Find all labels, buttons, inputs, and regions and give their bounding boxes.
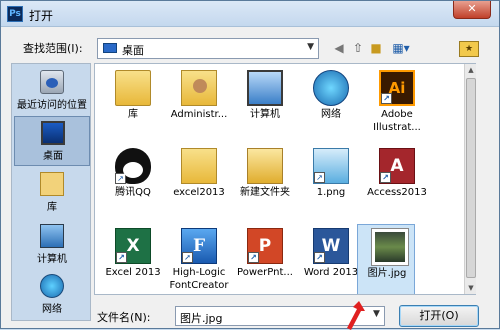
folder-icon [181, 148, 217, 184]
file-item-selected[interactable]: 图片.jpg [357, 224, 415, 294]
file-label: 1.png [316, 187, 346, 198]
place-network[interactable]: 网络 [14, 270, 90, 320]
place-label: 桌面 [43, 151, 63, 162]
place-desktop[interactable]: 桌面 [14, 116, 90, 166]
red-arrow-annotation [347, 301, 365, 330]
file-item[interactable]: 计算机 [233, 66, 297, 140]
window-title: 打开 [29, 9, 54, 23]
folder-star-icon[interactable]: ★ [459, 41, 479, 57]
file-item[interactable]: Administr... [167, 66, 231, 140]
computer-icon [40, 224, 64, 248]
file-item[interactable]: W ↗ Word 2013 [299, 224, 363, 294]
file-item[interactable]: excel2013 [167, 144, 231, 218]
look-in-value: 桌面 [122, 44, 144, 57]
network-icon [313, 70, 349, 106]
network-icon [40, 274, 64, 298]
close-button[interactable]: ✕ [453, 1, 491, 19]
file-label: Administr... [170, 109, 228, 120]
place-label: 计算机 [37, 254, 67, 265]
computer-icon [247, 70, 283, 106]
image-file-icon: ↗ [313, 148, 349, 184]
place-label: 库 [47, 202, 57, 213]
qq-penguin-icon: ↗ [115, 148, 151, 184]
user-folder-icon [181, 70, 217, 106]
back-icon[interactable]: ◀ [330, 39, 348, 57]
title-bar[interactable]: Ps 打开 ✕ [1, 1, 499, 27]
shortcut-arrow-icon: ↗ [380, 172, 391, 183]
scroll-up-icon[interactable]: ▲ [465, 64, 477, 76]
chevron-down-icon[interactable]: ▼ [373, 309, 380, 319]
shortcut-arrow-icon: ↗ [116, 252, 127, 263]
open-button[interactable]: 打开(O) [399, 305, 479, 327]
look-in-dropdown[interactable]: 桌面 ▼ [97, 38, 319, 59]
file-item[interactable]: ↗ 1.png [299, 144, 363, 218]
desktop-icon [103, 43, 117, 53]
file-item[interactable]: A ↗ Access2013 [365, 144, 429, 218]
place-label: 网络 [42, 304, 62, 315]
file-label: excel2013 [173, 187, 225, 198]
illustrator-icon: Ai ↗ [379, 70, 415, 106]
folder-icon [247, 148, 283, 184]
access-glyph: A [390, 156, 404, 176]
file-label: High-Logic FontCreator [169, 267, 229, 291]
powerpoint-icon: P ↗ [247, 228, 283, 264]
filename-label: 文件名(N): [97, 311, 151, 324]
place-recent[interactable]: 最近访问的位置 [14, 66, 90, 116]
file-label: Excel 2013 [105, 267, 161, 278]
look-in-label: 查找范围(I): [23, 42, 83, 55]
file-label: Access2013 [367, 187, 427, 198]
file-item[interactable]: P ↗ PowerPnt... [233, 224, 297, 294]
vertical-scrollbar[interactable]: ▲ ▼ [464, 64, 476, 294]
fontcreator-glyph: F [192, 236, 206, 256]
up-folder-icon[interactable]: ⇧ [349, 39, 367, 57]
file-list: 库 Administr... 计算机 网络 Ai ↗ Adobe Illustra… [94, 63, 476, 295]
photoshop-app-icon: Ps [7, 6, 23, 22]
desktop-icon [41, 121, 65, 145]
file-label: 库 [128, 109, 138, 120]
place-computer[interactable]: 计算机 [14, 220, 90, 270]
recent-places-icon [40, 70, 64, 94]
file-label: 腾讯QQ [115, 187, 151, 198]
file-label: 新建文件夹 [240, 187, 290, 198]
shortcut-arrow-icon: ↗ [314, 252, 325, 263]
file-item[interactable]: Ai ↗ Adobe Illustrat... [365, 66, 429, 140]
place-libraries[interactable]: 库 [14, 168, 90, 218]
powerpoint-glyph: P [258, 236, 272, 256]
shortcut-arrow-icon: ↗ [314, 172, 325, 183]
excel-icon: X ↗ [115, 228, 151, 264]
file-label: 计算机 [250, 109, 280, 120]
file-item[interactable]: X ↗ Excel 2013 [101, 224, 165, 294]
scroll-down-icon[interactable]: ▼ [465, 282, 477, 294]
access-icon: A ↗ [379, 148, 415, 184]
file-label: Adobe Illustrat... [373, 109, 421, 133]
place-label: 最近访问的位置 [17, 100, 87, 111]
file-item[interactable]: 新建文件夹 [233, 144, 297, 218]
scroll-thumb[interactable] [466, 78, 476, 278]
file-item[interactable]: 库 [101, 66, 165, 140]
file-label: 网络 [321, 109, 341, 120]
file-item[interactable]: F ↗ High-Logic FontCreator [167, 224, 231, 294]
file-label: 图片.jpg [367, 268, 407, 279]
places-bar: 最近访问的位置 桌面 库 计算机 网络 [11, 63, 91, 321]
shortcut-arrow-icon: ↗ [115, 173, 126, 184]
word-icon: W ↗ [313, 228, 349, 264]
view-menu-icon[interactable]: ▦▾ [389, 39, 413, 57]
chevron-down-icon: ▼ [307, 42, 314, 52]
new-folder-icon[interactable]: ■ [367, 39, 385, 57]
file-item[interactable]: ↗ 腾讯QQ [101, 144, 165, 218]
shortcut-arrow-icon: ↗ [248, 252, 259, 263]
fontcreator-icon: F ↗ [181, 228, 217, 264]
file-item[interactable]: 网络 [299, 66, 363, 140]
shortcut-arrow-icon: ↗ [381, 93, 392, 104]
libraries-icon [40, 172, 64, 196]
open-dialog: Ps 打开 ✕ 查找范围(I): 桌面 ▼ ◀ ⇧ ■ ▦▾ ★ 最近访问的位置… [0, 0, 500, 330]
folder-icon [115, 70, 151, 106]
photo-thumbnail-icon [372, 229, 408, 265]
excel-glyph: X [126, 236, 140, 256]
shortcut-arrow-icon: ↗ [182, 252, 193, 263]
file-label: PowerPnt... [237, 267, 293, 278]
